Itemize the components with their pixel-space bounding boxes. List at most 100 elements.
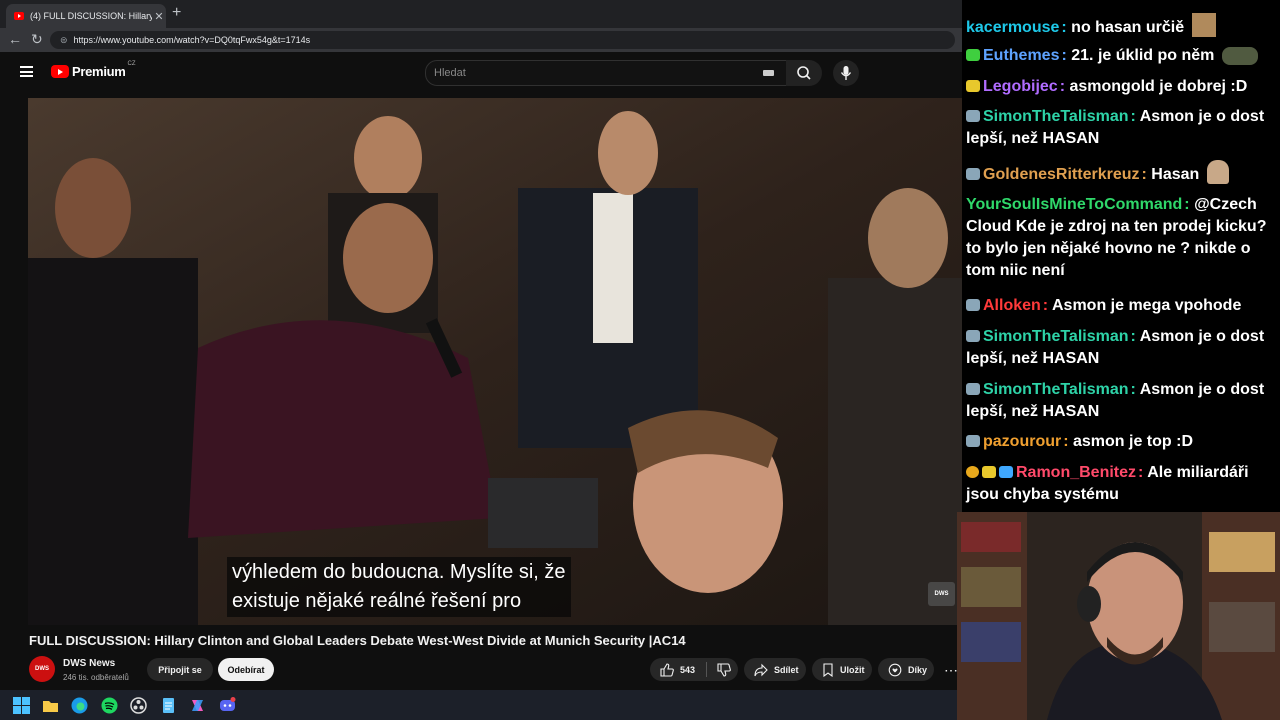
hamburger-menu-icon[interactable] — [20, 66, 33, 77]
save-label: Uložit — [840, 664, 865, 675]
chat-username[interactable]: Ramon_Benitez — [1016, 464, 1136, 481]
chat-message: Alloken: Asmon je mega vpohode — [966, 295, 1272, 317]
chat-username[interactable]: SimonTheTalisman — [983, 381, 1129, 398]
edge-icon[interactable] — [71, 697, 88, 714]
more-actions-button[interactable]: ⋯ — [944, 662, 958, 679]
chat-badge-icon — [966, 299, 980, 311]
new-tab-button[interactable]: + — [172, 4, 181, 22]
video-player[interactable] — [28, 98, 962, 625]
chat-username[interactable]: kacermouse — [966, 19, 1059, 36]
chat-badge-icon — [966, 49, 980, 61]
chat-username[interactable]: SimonTheTalisman — [983, 108, 1129, 125]
chat-username[interactable]: Legobijec — [983, 78, 1058, 95]
notepad-icon[interactable] — [160, 697, 177, 714]
file-explorer-icon[interactable] — [42, 697, 59, 714]
browser-window: (4) FULL DISCUSSION: Hillary Clinton ✕ +… — [0, 0, 962, 690]
search-icon — [797, 66, 811, 80]
thanks-icon — [888, 663, 902, 676]
url-text: https://www.youtube.com/watch?v=DQ0tqFwx… — [73, 35, 311, 45]
thanks-button[interactable]: Díky — [878, 658, 934, 681]
windows-start-icon[interactable] — [13, 697, 30, 714]
chat-username[interactable]: pazourour — [983, 433, 1061, 450]
tab-bar: (4) FULL DISCUSSION: Hillary Clinton ✕ + — [0, 0, 962, 28]
chat-message: pazourour: asmon je top :D — [966, 431, 1272, 453]
video-title: FULL DISCUSSION: Hillary Clinton and Glo… — [29, 633, 686, 648]
chat-badge-icon — [966, 330, 980, 342]
chat-username[interactable]: GoldenesRitterkreuz — [983, 166, 1139, 183]
thumbs-down-icon — [717, 662, 731, 677]
youtube-header: Premium CZ Hledat — [0, 52, 962, 92]
logo-text: Premium — [72, 64, 126, 79]
chat-message: SimonTheTalisman: Asmon je o dost lepší,… — [966, 328, 1265, 367]
share-button[interactable]: Sdílet — [744, 658, 806, 681]
thumbs-up-icon — [660, 662, 674, 677]
chat-badge-icon — [999, 466, 1013, 478]
search-placeholder: Hledat — [434, 67, 466, 79]
keyboard-icon[interactable] — [763, 70, 774, 76]
chat-text: no hasan určiě — [1071, 19, 1185, 36]
join-button[interactable]: Připojit se — [147, 658, 213, 681]
chat-emote-icon — [1221, 47, 1258, 65]
youtube-play-icon — [51, 65, 69, 78]
chat-message: Euthemes: 21. je úklid po něm — [966, 45, 1272, 67]
webcam-frame — [957, 512, 1280, 720]
channel-avatar[interactable]: DWS — [29, 656, 55, 682]
channel-watermark[interactable]: DWS — [928, 582, 955, 606]
chat-username[interactable]: SimonTheTalisman — [983, 328, 1129, 345]
search-input[interactable]: Hledat — [425, 60, 787, 86]
chat-badge-icon — [966, 80, 980, 92]
browser-tab[interactable]: (4) FULL DISCUSSION: Hillary Clinton ✕ — [6, 4, 166, 28]
copilot-icon[interactable] — [189, 697, 206, 714]
chat-message: SimonTheTalisman: Asmon je o dost lepší,… — [966, 108, 1265, 147]
chat-text: Asmon je mega vpohode — [1051, 297, 1242, 314]
chat-text: asmon je top :D — [1073, 433, 1194, 450]
subtitle-line-2: existuje nějaké reálné řešení pro — [232, 590, 522, 612]
bookmark-icon — [823, 662, 833, 677]
chat-badge-icon — [966, 383, 980, 395]
thanks-label: Díky — [908, 664, 928, 675]
chat-text: asmongold je dobrej :D — [1069, 78, 1248, 95]
logo-country: CZ — [127, 60, 136, 67]
chat-badge-icon — [982, 466, 996, 478]
like-button[interactable]: 543 — [650, 662, 706, 677]
obs-icon[interactable] — [130, 697, 147, 714]
channel-name[interactable]: DWS News — [63, 658, 115, 669]
chat-badge-icon — [966, 110, 980, 122]
back-arrow-icon[interactable]: ← — [8, 31, 22, 47]
search-button[interactable] — [786, 60, 822, 86]
subscriber-count: 246 tis. odběratelů — [63, 673, 129, 682]
subtitles: výhledem do budoucna. Myslíte si, že exi… — [227, 557, 571, 617]
share-label: Sdílet — [774, 664, 799, 675]
chat-message: SimonTheTalisman: Asmon je o dost lepší,… — [966, 381, 1265, 420]
dislike-button[interactable] — [707, 662, 737, 677]
chat-badge-icon — [966, 466, 979, 478]
webcam-feed — [957, 512, 1280, 720]
like-count: 543 — [680, 664, 696, 675]
chat-username[interactable]: Euthemes — [983, 47, 1059, 64]
chat-message: kacermouse: no hasan určiě — [966, 13, 1272, 39]
microphone-icon — [840, 66, 852, 80]
reload-icon[interactable]: ↻ — [31, 31, 43, 48]
tab-title: (4) FULL DISCUSSION: Hillary Clinton — [30, 11, 152, 21]
tab-close-button[interactable]: ✕ — [152, 10, 166, 23]
chat-emote-icon — [1191, 13, 1216, 37]
voice-search-button[interactable] — [833, 60, 859, 86]
save-button[interactable]: Uložit — [812, 658, 872, 681]
chat-message: Legobijec: asmongold je dobrej :D — [966, 76, 1272, 98]
address-bar-row: ← ↻ ⊜ https://www.youtube.com/watch?v=DQ0… — [0, 28, 962, 52]
chat-username[interactable]: Alloken — [983, 297, 1041, 314]
discord-icon[interactable] — [219, 697, 236, 714]
spotify-icon[interactable] — [101, 697, 118, 714]
youtube-logo[interactable]: Premium CZ — [51, 60, 136, 79]
like-dislike-group: 543 — [650, 658, 738, 681]
chat-badge-icon — [966, 168, 980, 180]
video-frame — [28, 98, 962, 625]
chat-emote-icon — [1206, 160, 1229, 184]
chat-text: Hasan — [1151, 166, 1200, 183]
chat-username[interactable]: YourSoulIsMineToCommand — [966, 196, 1182, 213]
chat-message: YourSoulIsMineToCommand: @Czech Cloud Kd… — [966, 196, 1267, 279]
chat-text: 21. je úklid po něm — [1071, 47, 1215, 64]
subscribe-button[interactable]: Odebírat — [218, 658, 274, 681]
site-info-icon[interactable]: ⊜ — [60, 31, 68, 49]
url-field[interactable]: ⊜ https://www.youtube.com/watch?v=DQ0tqFw… — [50, 31, 955, 49]
